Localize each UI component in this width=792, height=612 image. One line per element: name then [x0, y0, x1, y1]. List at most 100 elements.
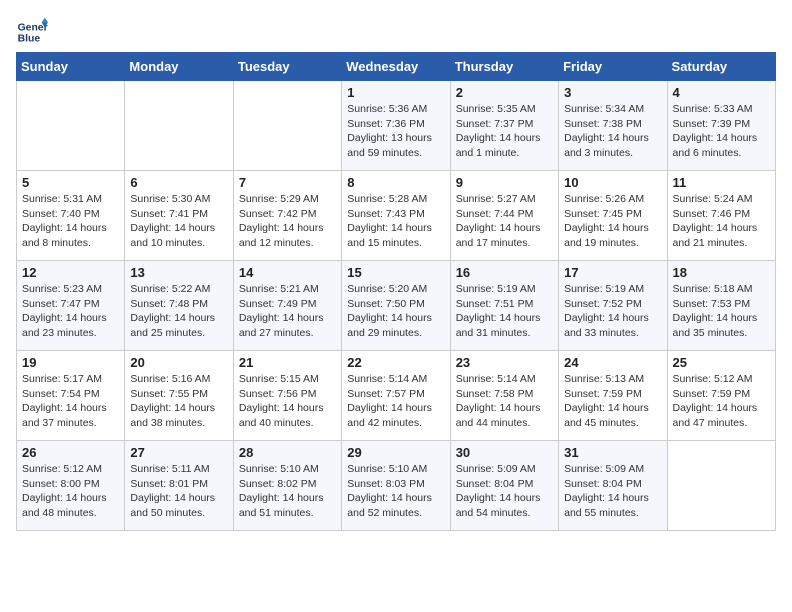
day-number: 26	[22, 445, 119, 460]
day-number: 10	[564, 175, 661, 190]
day-number: 20	[130, 355, 227, 370]
day-number: 16	[456, 265, 553, 280]
day-cell-12: 12 Sunrise: 5:23 AMSunset: 7:47 PMDayligh…	[17, 261, 125, 351]
day-cell-empty	[233, 81, 341, 171]
day-cell-1: 1Sunrise: 5:36 AMSunset: 7:36 PMDaylight…	[342, 81, 450, 171]
weekday-header-row: SundayMondayTuesdayWednesdayThursdayFrid…	[17, 53, 776, 81]
day-cell-24: 24Sunrise: 5:13 AMSunset: 7:59 PMDayligh…	[559, 351, 667, 441]
day-info: Sunrise: 5:21 AMSunset: 7:49 PMDaylight:…	[239, 282, 336, 341]
day-info: Sunrise: 5:28 AMSunset: 7:43 PMDaylight:…	[347, 192, 444, 251]
day-info: Sunrise: 5:09 AMSunset: 8:04 PMDaylight:…	[456, 462, 553, 521]
day-info: Sunrise: 5:29 AMSunset: 7:42 PMDaylight:…	[239, 192, 336, 251]
day-number: 4	[673, 85, 770, 100]
day-cell-empty	[125, 81, 233, 171]
day-info: Sunrise: 5:15 AMSunset: 7:56 PMDaylight:…	[239, 372, 336, 431]
day-cell-25: 25 Sunrise: 5:12 AMSunset: 7:59 PMDayligh…	[667, 351, 775, 441]
day-number: 25	[673, 355, 770, 370]
day-info: Sunrise: 5:19 AMSunset: 7:51 PMDaylight:…	[456, 282, 553, 341]
day-cell-4: 4 Sunrise: 5:33 AMSunset: 7:39 PMDaylight…	[667, 81, 775, 171]
day-info: Sunrise: 5:34 AMSunset: 7:38 PMDaylight:…	[564, 102, 661, 161]
day-number: 12	[22, 265, 119, 280]
day-number: 13	[130, 265, 227, 280]
day-cell-9: 9 Sunrise: 5:27 AMSunset: 7:44 PMDaylight…	[450, 171, 558, 261]
weekday-header-wednesday: Wednesday	[342, 53, 450, 81]
day-cell-7: 7 Sunrise: 5:29 AMSunset: 7:42 PMDaylight…	[233, 171, 341, 261]
day-cell-13: 13 Sunrise: 5:22 AMSunset: 7:48 PMDayligh…	[125, 261, 233, 351]
day-cell-empty	[667, 441, 775, 531]
day-cell-22: 22Sunrise: 5:14 AMSunset: 7:57 PMDayligh…	[342, 351, 450, 441]
day-cell-8: 8 Sunrise: 5:28 AMSunset: 7:43 PMDaylight…	[342, 171, 450, 261]
day-info: Sunrise: 5:33 AMSunset: 7:39 PMDaylight:…	[673, 102, 770, 161]
page-header: General Blue	[16, 16, 776, 48]
day-cell-14: 14 Sunrise: 5:21 AMSunset: 7:49 PMDayligh…	[233, 261, 341, 351]
day-cell-empty	[17, 81, 125, 171]
calendar-table: SundayMondayTuesdayWednesdayThursdayFrid…	[16, 52, 776, 531]
day-info: Sunrise: 5:31 AMSunset: 7:40 PMDaylight:…	[22, 192, 119, 251]
day-info: Sunrise: 5:14 AMSunset: 7:58 PMDaylight:…	[456, 372, 553, 431]
day-info: Sunrise: 5:24 AMSunset: 7:46 PMDaylight:…	[673, 192, 770, 251]
day-cell-6: 6Sunrise: 5:30 AMSunset: 7:41 PMDaylight…	[125, 171, 233, 261]
day-cell-26: 26 Sunrise: 5:12 AMSunset: 8:00 PMDayligh…	[17, 441, 125, 531]
day-cell-16: 16 Sunrise: 5:19 AMSunset: 7:51 PMDayligh…	[450, 261, 558, 351]
day-info: Sunrise: 5:23 AMSunset: 7:47 PMDaylight:…	[22, 282, 119, 341]
day-info: Sunrise: 5:11 AMSunset: 8:01 PMDaylight:…	[130, 462, 227, 521]
day-number: 28	[239, 445, 336, 460]
day-cell-17: 17 Sunrise: 5:19 AMSunset: 7:52 PMDayligh…	[559, 261, 667, 351]
day-info: Sunrise: 5:36 AMSunset: 7:36 PMDaylight:…	[347, 102, 444, 161]
week-row-5: 26 Sunrise: 5:12 AMSunset: 8:00 PMDayligh…	[17, 441, 776, 531]
day-number: 29	[347, 445, 444, 460]
day-info: Sunrise: 5:26 AMSunset: 7:45 PMDaylight:…	[564, 192, 661, 251]
day-info: Sunrise: 5:18 AMSunset: 7:53 PMDaylight:…	[673, 282, 770, 341]
day-info: Sunrise: 5:12 AMSunset: 8:00 PMDaylight:…	[22, 462, 119, 521]
weekday-header-sunday: Sunday	[17, 53, 125, 81]
day-info: Sunrise: 5:30 AMSunset: 7:41 PMDaylight:…	[130, 192, 227, 251]
day-info: Sunrise: 5:20 AMSunset: 7:50 PMDaylight:…	[347, 282, 444, 341]
day-number: 9	[456, 175, 553, 190]
day-info: Sunrise: 5:10 AMSunset: 8:02 PMDaylight:…	[239, 462, 336, 521]
day-cell-20: 20Sunrise: 5:16 AMSunset: 7:55 PMDayligh…	[125, 351, 233, 441]
day-number: 11	[673, 175, 770, 190]
day-cell-30: 30Sunrise: 5:09 AMSunset: 8:04 PMDayligh…	[450, 441, 558, 531]
day-number: 19	[22, 355, 119, 370]
day-cell-5: 5 Sunrise: 5:31 AMSunset: 7:40 PMDaylight…	[17, 171, 125, 261]
day-number: 21	[239, 355, 336, 370]
day-number: 31	[564, 445, 661, 460]
day-info: Sunrise: 5:12 AMSunset: 7:59 PMDaylight:…	[673, 372, 770, 431]
day-cell-3: 3Sunrise: 5:34 AMSunset: 7:38 PMDaylight…	[559, 81, 667, 171]
day-info: Sunrise: 5:27 AMSunset: 7:44 PMDaylight:…	[456, 192, 553, 251]
day-number: 17	[564, 265, 661, 280]
day-info: Sunrise: 5:17 AMSunset: 7:54 PMDaylight:…	[22, 372, 119, 431]
day-number: 14	[239, 265, 336, 280]
day-number: 15	[347, 265, 444, 280]
day-cell-10: 10 Sunrise: 5:26 AMSunset: 7:45 PMDayligh…	[559, 171, 667, 261]
week-row-1: 1Sunrise: 5:36 AMSunset: 7:36 PMDaylight…	[17, 81, 776, 171]
week-row-4: 19 Sunrise: 5:17 AMSunset: 7:54 PMDayligh…	[17, 351, 776, 441]
day-cell-23: 23 Sunrise: 5:14 AMSunset: 7:58 PMDayligh…	[450, 351, 558, 441]
day-info: Sunrise: 5:09 AMSunset: 8:04 PMDaylight:…	[564, 462, 661, 521]
logo: General Blue	[16, 16, 48, 48]
day-number: 27	[130, 445, 227, 460]
day-cell-15: 15 Sunrise: 5:20 AMSunset: 7:50 PMDayligh…	[342, 261, 450, 351]
week-row-3: 12 Sunrise: 5:23 AMSunset: 7:47 PMDayligh…	[17, 261, 776, 351]
svg-text:Blue: Blue	[18, 34, 41, 45]
day-info: Sunrise: 5:10 AMSunset: 8:03 PMDaylight:…	[347, 462, 444, 521]
week-row-2: 5 Sunrise: 5:31 AMSunset: 7:40 PMDaylight…	[17, 171, 776, 261]
day-number: 24	[564, 355, 661, 370]
day-info: Sunrise: 5:35 AMSunset: 7:37 PMDaylight:…	[456, 102, 553, 161]
day-cell-21: 21 Sunrise: 5:15 AMSunset: 7:56 PMDayligh…	[233, 351, 341, 441]
weekday-header-tuesday: Tuesday	[233, 53, 341, 81]
day-cell-31: 31 Sunrise: 5:09 AMSunset: 8:04 PMDayligh…	[559, 441, 667, 531]
day-info: Sunrise: 5:19 AMSunset: 7:52 PMDaylight:…	[564, 282, 661, 341]
day-info: Sunrise: 5:14 AMSunset: 7:57 PMDaylight:…	[347, 372, 444, 431]
day-number: 7	[239, 175, 336, 190]
logo-icon: General Blue	[16, 16, 48, 48]
day-number: 8	[347, 175, 444, 190]
weekday-header-thursday: Thursday	[450, 53, 558, 81]
day-info: Sunrise: 5:22 AMSunset: 7:48 PMDaylight:…	[130, 282, 227, 341]
day-cell-28: 28 Sunrise: 5:10 AMSunset: 8:02 PMDayligh…	[233, 441, 341, 531]
day-number: 23	[456, 355, 553, 370]
day-number: 5	[22, 175, 119, 190]
day-cell-29: 29 Sunrise: 5:10 AMSunset: 8:03 PMDayligh…	[342, 441, 450, 531]
day-cell-19: 19 Sunrise: 5:17 AMSunset: 7:54 PMDayligh…	[17, 351, 125, 441]
day-number: 2	[456, 85, 553, 100]
